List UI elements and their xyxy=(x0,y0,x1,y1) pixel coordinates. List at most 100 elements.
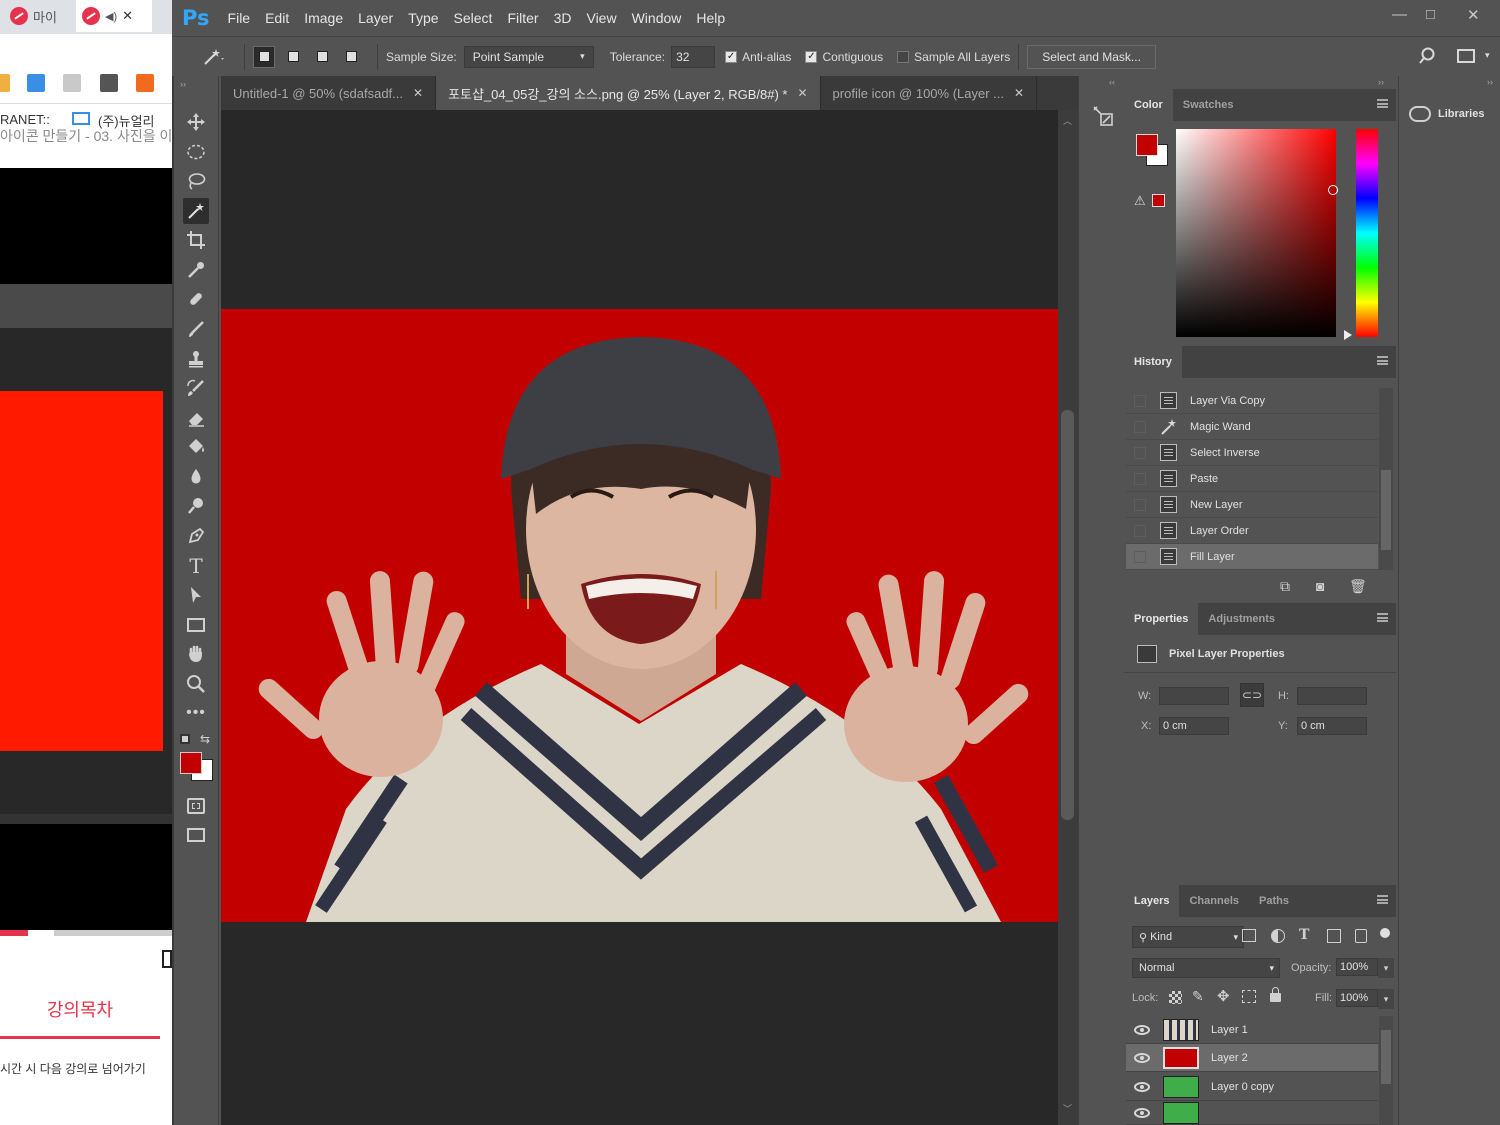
sample-all-layers-checkbox[interactable] xyxy=(897,50,910,63)
layer-row[interactable]: Layer 0 copy xyxy=(1126,1073,1378,1101)
trash-icon[interactable]: 🗑 xyxy=(1349,578,1367,595)
opacity-field[interactable]: 100% xyxy=(1336,958,1378,976)
menu-edit[interactable]: Edit xyxy=(265,10,289,26)
anti-alias-checkbox[interactable]: ✓ xyxy=(725,50,738,63)
layer-row[interactable] xyxy=(1126,1102,1378,1125)
zoom-tool-icon[interactable] xyxy=(183,671,209,697)
magic-wand-tool-icon[interactable] xyxy=(183,198,209,224)
speaker-icon[interactable]: ◀) xyxy=(105,10,117,23)
progress-bar[interactable] xyxy=(0,930,28,936)
type-tool-icon[interactable]: T xyxy=(183,553,209,579)
maximize-button[interactable]: □ xyxy=(1426,6,1435,23)
tab-history[interactable]: History xyxy=(1124,346,1182,378)
layers-scrollbar[interactable] xyxy=(1379,1016,1393,1125)
more-tools-icon[interactable]: ••• xyxy=(183,700,209,726)
history-item[interactable]: Select Inverse xyxy=(1126,440,1378,466)
collapse-icon[interactable]: ‹‹ xyxy=(1109,77,1115,87)
swap-colors-icon[interactable]: ⇆ xyxy=(200,732,210,746)
history-item[interactable]: Layer Via Copy xyxy=(1126,388,1378,414)
layer-row-selected[interactable]: Layer 2 xyxy=(1126,1044,1378,1072)
bookmark-link[interactable]: RANET:: xyxy=(0,112,50,127)
close-window-button[interactable]: ✕ xyxy=(1467,6,1480,24)
visibility-eye-icon[interactable] xyxy=(1134,1081,1150,1092)
new-selection-icon[interactable] xyxy=(253,45,275,68)
chevron-down-icon[interactable]: ▾ xyxy=(1378,989,1394,1009)
canvas-area[interactable] xyxy=(221,110,1058,1125)
lasso-tool-icon[interactable] xyxy=(183,168,209,194)
close-tab-icon[interactable]: ✕ xyxy=(797,86,807,100)
tab-channels[interactable]: Channels xyxy=(1179,885,1249,917)
sample-size-select[interactable]: Point Sample ▾ xyxy=(463,45,594,68)
bookmark-icon[interactable] xyxy=(63,74,81,92)
chevron-down-icon[interactable]: ▾ xyxy=(1378,958,1394,978)
menu-window[interactable]: Window xyxy=(632,10,682,26)
history-item[interactable]: Magic Wand xyxy=(1126,414,1378,440)
bookmark-icon[interactable] xyxy=(100,74,118,92)
eyedropper-tool-icon[interactable] xyxy=(183,257,209,283)
scrollbar-thumb[interactable] xyxy=(1061,410,1074,820)
lock-all-icon[interactable] xyxy=(1270,987,1281,1002)
tab-swatches[interactable]: Swatches xyxy=(1173,89,1244,121)
select-and-mask-button[interactable]: Select and Mask... xyxy=(1027,44,1156,69)
width-field[interactable] xyxy=(1159,687,1229,705)
subtract-selection-icon[interactable] xyxy=(311,46,333,68)
tab-adjustments[interactable]: Adjustments xyxy=(1198,603,1285,635)
document-tab-active[interactable]: 포토샵_04_05강_강의 소스.png @ 25% (Layer 2, RGB… xyxy=(436,76,821,110)
filter-shape-icon[interactable] xyxy=(1327,929,1341,943)
y-field[interactable]: 0 cm xyxy=(1297,717,1367,735)
blend-mode-select[interactable]: Normal ▾ xyxy=(1132,958,1280,978)
lock-transparent-icon[interactable] xyxy=(1169,991,1182,1004)
foreground-color-swatch[interactable] xyxy=(1136,134,1158,156)
lock-artboard-icon[interactable] xyxy=(1242,990,1256,1003)
panel-menu-icon[interactable] xyxy=(1377,613,1388,622)
document-canvas[interactable] xyxy=(221,309,1058,922)
filter-type-icon[interactable]: T xyxy=(1299,927,1309,943)
visibility-eye-icon[interactable] xyxy=(1134,1024,1150,1035)
blur-tool-icon[interactable] xyxy=(183,464,209,490)
close-tab-icon[interactable]: ✕ xyxy=(1014,86,1024,100)
marquee-tool-icon[interactable] xyxy=(183,139,209,165)
menu-image[interactable]: Image xyxy=(304,10,343,26)
new-document-from-state-icon[interactable]: ⧉ xyxy=(1280,578,1290,595)
crop-tool-icon[interactable] xyxy=(183,227,209,253)
quick-mask-icon[interactable] xyxy=(187,798,205,814)
lock-position-icon[interactable]: ✥ xyxy=(1217,987,1230,1005)
pen-tool-icon[interactable] xyxy=(183,523,209,549)
toc-heading[interactable]: 강의목차 xyxy=(0,996,160,1022)
brush-settings-icon[interactable] xyxy=(1091,104,1115,128)
move-tool-icon[interactable] xyxy=(183,109,209,135)
default-colors-icon[interactable] xyxy=(180,734,190,744)
browser-tab[interactable]: 마이 xyxy=(4,0,63,32)
bookmark-icon[interactable] xyxy=(0,74,10,92)
filter-toggle-icon[interactable] xyxy=(1380,928,1390,938)
search-icon[interactable] xyxy=(1418,47,1436,68)
filter-smart-object-icon[interactable] xyxy=(1355,929,1367,943)
menu-layer[interactable]: Layer xyxy=(358,10,393,26)
path-selection-tool-icon[interactable] xyxy=(183,582,209,608)
hand-tool-icon[interactable] xyxy=(183,641,209,667)
history-item-selected[interactable]: Fill Layer xyxy=(1126,544,1378,570)
stamp-tool-icon[interactable] xyxy=(183,346,209,372)
history-brush-tool-icon[interactable] xyxy=(183,375,209,401)
menu-filter[interactable]: Filter xyxy=(507,10,538,26)
paint-bucket-tool-icon[interactable] xyxy=(183,434,209,460)
eraser-tool-icon[interactable] xyxy=(183,405,209,431)
hue-slider[interactable] xyxy=(1356,129,1378,337)
scroll-down-icon[interactable]: ﹀ xyxy=(1063,1102,1072,1115)
x-field[interactable]: 0 cm xyxy=(1159,717,1229,735)
tolerance-input[interactable]: 32 xyxy=(671,45,716,68)
menu-type[interactable]: Type xyxy=(408,10,438,26)
panel-menu-icon[interactable] xyxy=(1377,895,1388,904)
menu-3d[interactable]: 3D xyxy=(554,10,572,26)
lock-brush-icon[interactable]: ✎ xyxy=(1192,988,1204,1005)
menu-select[interactable]: Select xyxy=(454,10,493,26)
tab-layers[interactable]: Layers xyxy=(1124,885,1180,917)
layer-row[interactable]: Layer 1 xyxy=(1126,1016,1378,1044)
document-tab[interactable]: profile icon @ 100% (Layer ... ✕ xyxy=(821,76,1038,110)
hue-slider-handle[interactable] xyxy=(1344,330,1352,340)
visibility-eye-icon[interactable] xyxy=(1134,1108,1150,1118)
close-tab-icon[interactable]: ✕ xyxy=(122,8,133,24)
filter-kind-select[interactable]: ⚲ Kind ▾ xyxy=(1132,926,1244,948)
history-item[interactable]: Paste xyxy=(1126,466,1378,492)
filter-adjustment-icon[interactable] xyxy=(1271,929,1285,943)
